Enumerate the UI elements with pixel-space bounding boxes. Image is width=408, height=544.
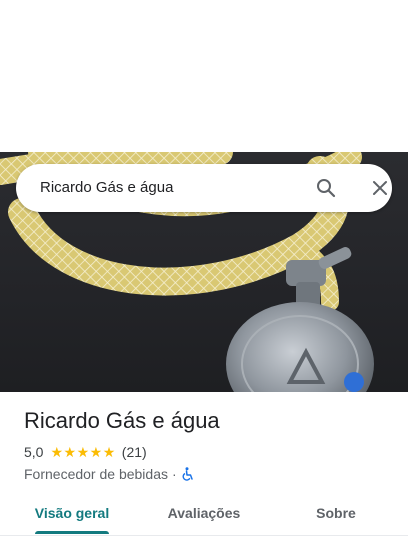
search-icon[interactable] (314, 176, 338, 200)
place-title: Ricardo Gás e água (24, 408, 220, 433)
close-icon[interactable] (368, 176, 392, 200)
rating-row[interactable]: 5,0 ★ ★ ★ ★ ★ (21) (24, 443, 147, 461)
star-icon: ★ (89, 444, 103, 460)
star-icon: ★ (63, 444, 77, 460)
star-icon: ★ (76, 444, 90, 460)
rating-value: 5,0 (24, 444, 44, 460)
star-icon: ★ (102, 444, 116, 460)
tab-reviews[interactable]: Avaliações (152, 492, 256, 536)
star-rating: ★ ★ ★ ★ ★ (50, 445, 115, 459)
map-blank-area (0, 0, 408, 152)
star-icon: ★ (50, 444, 64, 460)
category-label: Fornecedor de bebidas (24, 466, 168, 482)
separator-dot: · (172, 466, 177, 482)
search-bar[interactable]: Ricardo Gás e água (16, 164, 392, 212)
active-tab-indicator (35, 531, 109, 534)
wheelchair-accessible-icon[interactable] (181, 467, 195, 481)
review-count-link[interactable]: (21) (122, 444, 147, 460)
category-row: Fornecedor de bebidas · (24, 465, 195, 483)
tab-overview[interactable]: Visão geral (24, 492, 120, 536)
search-input[interactable]: Ricardo Gás e água (40, 164, 173, 212)
place-tabs: Visão geral Avaliações Sobre (0, 492, 408, 536)
tab-about[interactable]: Sobre (296, 492, 376, 536)
